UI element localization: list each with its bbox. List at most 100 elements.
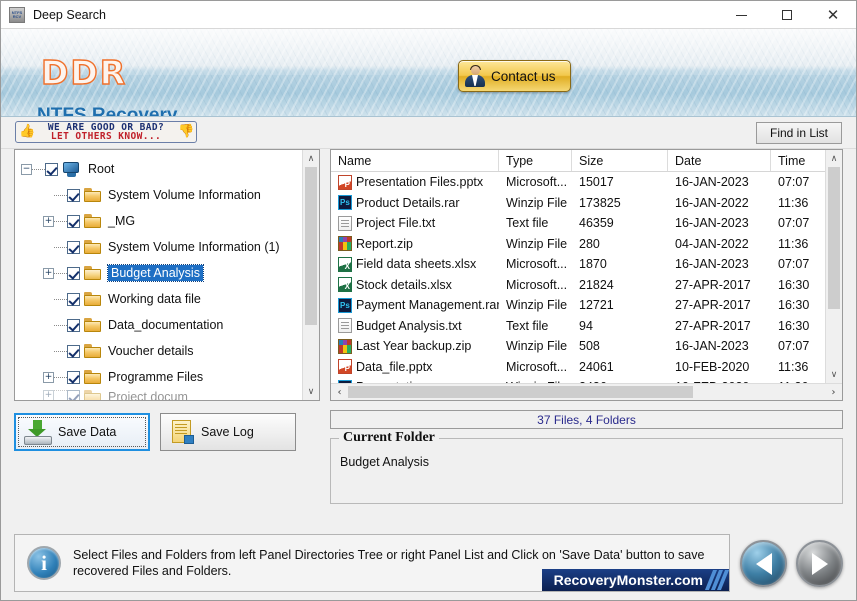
list-vertical-scrollbar[interactable]: ∧ ∨ bbox=[825, 150, 842, 383]
list-scroll-track[interactable] bbox=[826, 167, 842, 366]
list-scroll-thumb[interactable] bbox=[828, 167, 840, 309]
expand-icon[interactable]: + bbox=[43, 390, 54, 400]
close-icon: ✕ bbox=[826, 5, 840, 24]
table-row[interactable]: Budget Analysis.txt Text file 94 27-APR-201… bbox=[331, 316, 825, 337]
thumbs-down-icon: 👎 bbox=[178, 124, 195, 139]
file-list-rows[interactable]: Presentation Files.pptx Microsoft... 15017… bbox=[331, 172, 825, 383]
main-area: − Root System Volume Information + _MG System… bbox=[1, 149, 856, 528]
file-name-label: Field data sheets.xlsx bbox=[356, 257, 477, 272]
expand-icon[interactable]: + bbox=[43, 267, 54, 279]
file-list-header[interactable]: Name Type Size Date Time bbox=[331, 150, 825, 172]
tree-node[interactable]: + Budget Analysis bbox=[21, 260, 302, 286]
tree-node[interactable]: System Volume Information (1) bbox=[21, 234, 302, 260]
save-data-button[interactable]: Save Data bbox=[14, 413, 150, 451]
find-in-list-button[interactable]: Find in List bbox=[756, 122, 842, 144]
file-list-body[interactable]: NameTypeSizeDateTime Presentation Files.… bbox=[331, 150, 842, 383]
list-scroll-left-button[interactable]: ‹ bbox=[331, 384, 348, 400]
tree-node[interactable]: + Project docum bbox=[21, 390, 302, 400]
cell-time: 16:30 bbox=[778, 318, 810, 333]
expand-icon[interactable]: + bbox=[43, 371, 54, 383]
tree-node-label: Programme Files bbox=[108, 370, 204, 384]
current-folder-group: Current Folder Budget Analysis bbox=[330, 430, 843, 504]
save-log-button[interactable]: Save Log bbox=[160, 413, 296, 451]
tree-node-checkbox[interactable] bbox=[45, 162, 58, 176]
table-row[interactable]: Data_file.pptx Microsoft... 24061 10-FEB-20… bbox=[331, 357, 825, 378]
rate-us-badge[interactable]: 👍 WE ARE GOOD OR BAD? LET OTHERS KNOW...… bbox=[15, 121, 197, 143]
collapse-icon[interactable]: − bbox=[21, 163, 32, 175]
table-row[interactable]: Project File.txt Text file 46359 16-JAN-202… bbox=[331, 213, 825, 234]
file-list-columns[interactable]: NameTypeSizeDateTime Presentation Files.… bbox=[331, 150, 825, 383]
tree-node-checkbox[interactable] bbox=[67, 390, 80, 400]
expand-icon[interactable]: + bbox=[43, 215, 54, 227]
cell-name: Project File.txt bbox=[331, 215, 499, 231]
minimize-button[interactable] bbox=[718, 1, 764, 29]
directory-tree[interactable]: − Root System Volume Information + _MG System… bbox=[15, 150, 302, 400]
table-row[interactable]: Presentation Files.pptx Microsoft... 15017… bbox=[331, 172, 825, 193]
cell-name: Field data sheets.xlsx bbox=[331, 256, 499, 272]
tree-node-checkbox[interactable] bbox=[67, 188, 80, 202]
tree-scroll-up-button[interactable]: ∧ bbox=[303, 150, 319, 167]
cell-name: Presentation Files.pptx bbox=[331, 174, 499, 190]
folder-icon bbox=[84, 214, 101, 228]
list-hscroll-track[interactable] bbox=[348, 384, 825, 400]
close-button[interactable]: ✕ bbox=[810, 1, 856, 29]
tree-node[interactable]: Data_documentation bbox=[21, 312, 302, 338]
tree-node-checkbox[interactable] bbox=[67, 318, 80, 332]
tree-node[interactable]: System Volume Information bbox=[21, 182, 302, 208]
save-log-label: Save Log bbox=[201, 425, 254, 439]
cell-type: Winzip File bbox=[506, 236, 568, 251]
tree-node[interactable]: Voucher details bbox=[21, 338, 302, 364]
column-header-name[interactable]: Name bbox=[331, 150, 499, 171]
tree-node[interactable]: Working data file bbox=[21, 286, 302, 312]
table-row[interactable]: Stock details.xlsx Microsoft... 21824 27-AP… bbox=[331, 275, 825, 296]
directory-tree-panel[interactable]: − Root System Volume Information + _MG System… bbox=[14, 149, 320, 401]
tree-node-checkbox[interactable] bbox=[67, 214, 80, 228]
list-horizontal-scrollbar[interactable]: ‹ › bbox=[331, 383, 842, 400]
ppt-file-icon bbox=[338, 174, 352, 190]
arrow-right-icon bbox=[811, 552, 828, 575]
table-row[interactable]: Payment Management.rar Winzip File 12721 27… bbox=[331, 295, 825, 316]
list-hscroll-thumb[interactable] bbox=[348, 386, 693, 398]
table-row[interactable]: Last Year backup.zip Winzip File 508 16-JAN… bbox=[331, 336, 825, 357]
cell-type: Microsoft... bbox=[506, 359, 568, 374]
file-name-label: Report.zip bbox=[356, 236, 413, 251]
column-header-time[interactable]: Time bbox=[771, 150, 825, 171]
table-row[interactable]: Report.zip Winzip File 280 04-JAN-2022 11:36 bbox=[331, 234, 825, 255]
tree-connector bbox=[54, 350, 67, 352]
file-list-panel[interactable]: NameTypeSizeDateTime Presentation Files.… bbox=[330, 149, 843, 401]
contact-us-button[interactable]: Contact us bbox=[458, 60, 571, 92]
rate-line-2: LET OTHERS KNOW... bbox=[50, 131, 162, 142]
table-row[interactable]: Product Details.rar Winzip File 173825 16-J… bbox=[331, 193, 825, 214]
table-row[interactable]: Field data sheets.xlsx Microsoft... 1870 16… bbox=[331, 254, 825, 275]
tree-node-label: Data_documentation bbox=[108, 318, 224, 332]
txt-file-icon bbox=[338, 318, 352, 334]
column-header-type[interactable]: Type bbox=[499, 150, 572, 171]
current-folder-legend: Current Folder bbox=[339, 430, 439, 446]
previous-button[interactable] bbox=[740, 540, 787, 587]
list-scroll-up-button[interactable]: ∧ bbox=[826, 150, 842, 167]
tree-vertical-scrollbar[interactable]: ∧ ∨ bbox=[302, 150, 319, 400]
tree-scroll-thumb[interactable] bbox=[305, 167, 317, 325]
tree-scroll-down-button[interactable]: ∨ bbox=[303, 383, 319, 400]
tree-node-checkbox[interactable] bbox=[67, 240, 80, 254]
tree-node-checkbox[interactable] bbox=[67, 344, 80, 358]
list-scroll-down-button[interactable]: ∨ bbox=[826, 366, 842, 383]
tree-node[interactable]: + _MG bbox=[21, 208, 302, 234]
cell-time: 11:36 bbox=[778, 236, 809, 251]
column-header-date[interactable]: Date bbox=[668, 150, 771, 171]
tree-node-checkbox[interactable] bbox=[67, 370, 80, 384]
deep-search-window: NTFS RCV Deep Search ✕ DDR NTFS Recovery … bbox=[0, 0, 857, 601]
maximize-button[interactable] bbox=[764, 1, 810, 29]
cell-date: 16-JAN-2023 bbox=[675, 175, 749, 190]
save-data-icon bbox=[24, 419, 52, 445]
tree-node[interactable]: − Root bbox=[21, 156, 302, 182]
list-scroll-right-button[interactable]: › bbox=[825, 384, 842, 400]
next-button[interactable] bbox=[796, 540, 843, 587]
tree-node[interactable]: + Programme Files bbox=[21, 364, 302, 390]
column-header-size[interactable]: Size bbox=[572, 150, 668, 171]
contact-us-label: Contact us bbox=[491, 68, 556, 84]
tree-node-checkbox[interactable] bbox=[67, 266, 80, 280]
tree-node-checkbox[interactable] bbox=[67, 292, 80, 306]
tree-scroll-track[interactable] bbox=[303, 167, 319, 383]
